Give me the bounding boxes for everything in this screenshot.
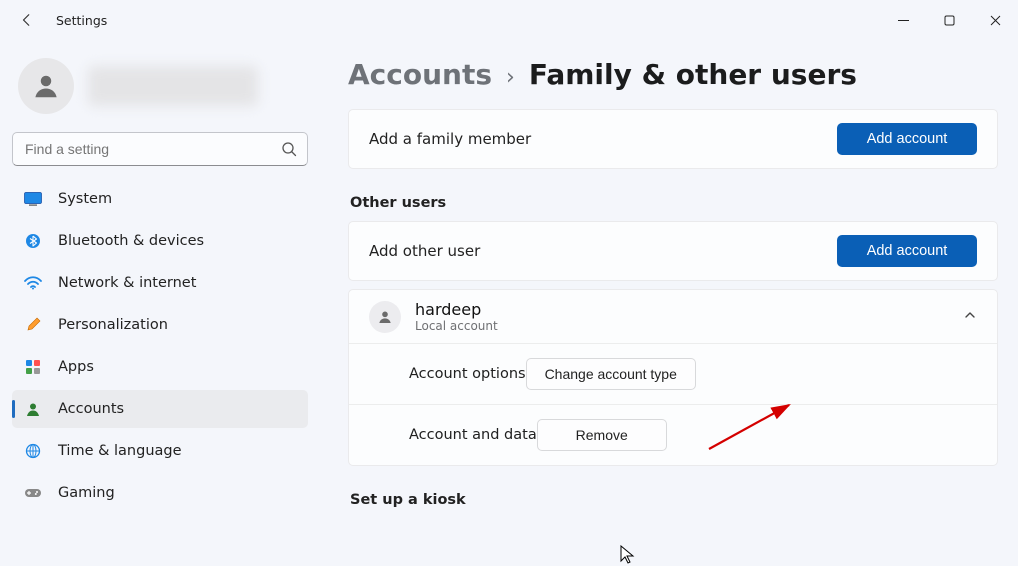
- search-box[interactable]: [12, 132, 308, 166]
- window-title: Settings: [56, 13, 107, 28]
- user-name: hardeep: [415, 300, 498, 319]
- account-data-row: Account and data Remove: [349, 404, 997, 465]
- apps-icon: [24, 358, 42, 376]
- user-type: Local account: [415, 319, 498, 333]
- maximize-button[interactable]: [926, 3, 972, 37]
- nav-label: Network & internet: [58, 275, 196, 291]
- account-data-label: Account and data: [409, 427, 537, 443]
- nav-item-time-language[interactable]: Time & language: [12, 432, 308, 470]
- breadcrumb-parent[interactable]: Accounts: [348, 58, 492, 91]
- sidebar: System Bluetooth & devices Network & int…: [0, 40, 320, 566]
- nav-item-gaming[interactable]: Gaming: [12, 474, 308, 512]
- nav-item-apps[interactable]: Apps: [12, 348, 308, 386]
- wifi-icon: [24, 274, 42, 292]
- avatar: [18, 58, 74, 114]
- nav-list: System Bluetooth & devices Network & int…: [12, 180, 308, 512]
- nav-label: Apps: [58, 359, 94, 375]
- globe-clock-icon: [24, 442, 42, 460]
- other-users-header: Other users: [350, 195, 998, 211]
- search-input[interactable]: [23, 140, 281, 158]
- minimize-button[interactable]: [880, 3, 926, 37]
- add-other-account-button[interactable]: Add account: [837, 235, 977, 267]
- profile-name-redacted: [88, 66, 258, 106]
- bluetooth-icon: [24, 232, 42, 250]
- nav-label: Time & language: [58, 443, 182, 459]
- titlebar: Settings: [0, 0, 1018, 40]
- account-options-label: Account options: [409, 366, 526, 382]
- kiosk-header: Set up a kiosk: [350, 492, 998, 508]
- nav-item-personalization[interactable]: Personalization: [12, 306, 308, 344]
- paintbrush-icon: [24, 316, 42, 334]
- profile-block[interactable]: [18, 58, 308, 114]
- nav-item-accounts[interactable]: Accounts: [12, 390, 308, 428]
- minimize-icon: [898, 15, 909, 26]
- maximize-icon: [944, 15, 955, 26]
- nav-label: Accounts: [58, 401, 124, 417]
- person-icon: [377, 309, 393, 325]
- main-content: Accounts › Family & other users Add a fa…: [320, 40, 1018, 566]
- close-icon: [990, 15, 1001, 26]
- nav-item-bluetooth[interactable]: Bluetooth & devices: [12, 222, 308, 260]
- user-avatar: [369, 301, 401, 333]
- close-button[interactable]: [972, 3, 1018, 37]
- account-options-row: Account options Change account type: [349, 343, 997, 404]
- add-family-label: Add a family member: [369, 130, 531, 148]
- remove-account-button[interactable]: Remove: [537, 419, 667, 451]
- user-header-row[interactable]: hardeep Local account: [349, 290, 997, 343]
- family-member-card: Add a family member Add account: [348, 109, 998, 169]
- monitor-icon: [24, 190, 42, 208]
- change-account-type-button[interactable]: Change account type: [526, 358, 696, 390]
- breadcrumb: Accounts › Family & other users: [348, 58, 998, 91]
- add-other-user-card: Add other user Add account: [348, 221, 998, 281]
- nav-label: Gaming: [58, 485, 115, 501]
- accounts-icon: [24, 400, 42, 418]
- chevron-right-icon: ›: [506, 65, 515, 90]
- arrow-left-icon: [20, 13, 34, 27]
- gamepad-icon: [24, 484, 42, 502]
- person-icon: [31, 71, 61, 101]
- window-controls: [880, 3, 1018, 37]
- search-icon: [281, 141, 297, 157]
- user-card: hardeep Local account Account options Ch…: [348, 289, 998, 466]
- nav-label: Personalization: [58, 317, 168, 333]
- add-other-user-label: Add other user: [369, 242, 480, 260]
- nav-item-system[interactable]: System: [12, 180, 308, 218]
- add-family-account-button[interactable]: Add account: [837, 123, 977, 155]
- nav-label: System: [58, 191, 112, 207]
- chevron-up-icon: [963, 307, 977, 326]
- nav-label: Bluetooth & devices: [58, 233, 204, 249]
- page-title: Family & other users: [529, 58, 857, 91]
- back-button[interactable]: [18, 11, 36, 29]
- nav-item-network[interactable]: Network & internet: [12, 264, 308, 302]
